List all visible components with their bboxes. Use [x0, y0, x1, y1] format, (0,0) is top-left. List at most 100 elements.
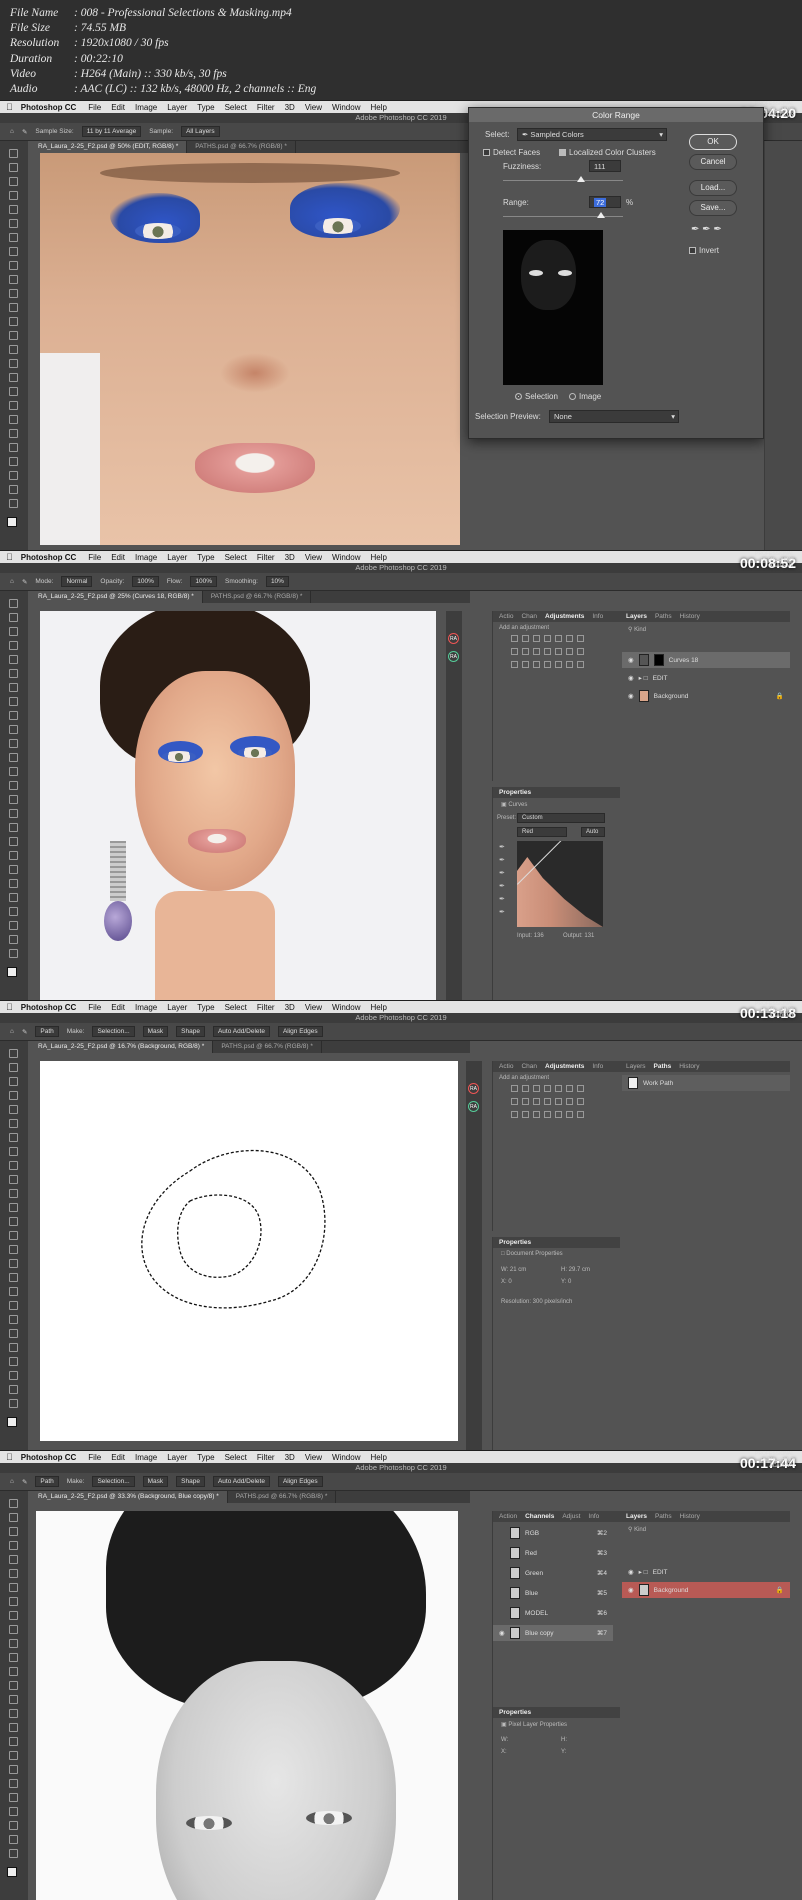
- menu-filter[interactable]: Filter: [257, 103, 275, 112]
- tool-icon[interactable]: [9, 317, 18, 326]
- tool-icon[interactable]: [9, 767, 18, 776]
- panel-tab[interactable]: Actio: [499, 611, 513, 622]
- ra-icon[interactable]: RA: [448, 633, 459, 644]
- curves-tool-icon[interactable]: ✒: [499, 895, 505, 903]
- tool-icon[interactable]: [9, 823, 18, 832]
- menu-layer[interactable]: Layer: [167, 1003, 187, 1012]
- tool-icon[interactable]: [9, 627, 18, 636]
- select-dropdown[interactable]: ✒ Sampled Colors ▾: [517, 128, 667, 141]
- adjustment-icon[interactable]: [566, 661, 573, 668]
- tool-icon[interactable]: [9, 851, 18, 860]
- tool-icon[interactable]: [9, 331, 18, 340]
- tool-icon[interactable]: [9, 485, 18, 494]
- option-3[interactable]: Mask: [142, 1026, 169, 1037]
- menu-filter[interactable]: Filter: [257, 1003, 275, 1012]
- ra-icon[interactable]: RA: [468, 1101, 479, 1112]
- tool-icon[interactable]: [9, 1527, 18, 1536]
- tool-icon[interactable]: [9, 1105, 18, 1114]
- tool-icon[interactable]: [9, 1343, 18, 1352]
- curves-tool-icon[interactable]: ✒: [499, 882, 505, 890]
- preset-dropdown[interactable]: Custom: [517, 813, 605, 823]
- eye-icon[interactable]: ◉: [628, 656, 634, 664]
- channel-row[interactable]: ◉ Blue copy ⌘7: [493, 1625, 613, 1641]
- panel-tab[interactable]: Layers: [626, 1511, 647, 1522]
- option-1[interactable]: Normal: [61, 576, 93, 587]
- fuzziness-input[interactable]: 111: [589, 160, 621, 172]
- selection-radio[interactable]: Selection: [515, 392, 558, 401]
- tool-icon[interactable]: [9, 163, 18, 172]
- curves-tool-icon[interactable]: ✒: [499, 869, 505, 877]
- tool-icon[interactable]: [9, 219, 18, 228]
- menu-3d[interactable]: 3D: [285, 553, 295, 562]
- adjustment-icon[interactable]: [522, 635, 529, 642]
- panel-tab[interactable]: Paths: [655, 611, 672, 622]
- tool-icon[interactable]: [9, 1513, 18, 1522]
- layer-row[interactable]: ◉ ▸ □ EDIT: [622, 670, 790, 686]
- tool-icon[interactable]: [9, 1301, 18, 1310]
- foreground-color-swatch[interactable]: [7, 967, 17, 977]
- tool-icon[interactable]: [9, 613, 18, 622]
- menu-file[interactable]: File: [88, 103, 101, 112]
- adjustment-icon[interactable]: [566, 1085, 573, 1092]
- panel-tab[interactable]: Info: [592, 611, 603, 622]
- tool-icon[interactable]: [9, 1681, 18, 1690]
- document-tab[interactable]: PATHS.psd @ 66.7% (RGB/8) *: [228, 1491, 337, 1503]
- foreground-color-swatch[interactable]: [7, 517, 17, 527]
- option-2[interactable]: Selection...: [92, 1476, 135, 1487]
- tool-preset-icon[interactable]: ✎: [22, 578, 27, 586]
- panel-tab[interactable]: History: [679, 1061, 699, 1072]
- tool-icon[interactable]: [9, 1667, 18, 1676]
- option-6[interactable]: Align Edges: [277, 1476, 323, 1487]
- tool-icon[interactable]: [9, 893, 18, 902]
- tool-preset-icon[interactable]: ✎: [22, 128, 27, 136]
- kind-filter[interactable]: ⚲ Kind: [628, 1526, 646, 1533]
- tool-icon[interactable]: [9, 1371, 18, 1380]
- tool-icon[interactable]: [9, 1217, 18, 1226]
- app-menu[interactable]: Photoshop CC: [21, 553, 77, 562]
- tool-icon[interactable]: [9, 443, 18, 452]
- adjustment-icon[interactable]: [577, 1098, 584, 1105]
- tool-icon[interactable]: [9, 1357, 18, 1366]
- tool-icon[interactable]: [9, 655, 18, 664]
- menu-select[interactable]: Select: [225, 553, 247, 562]
- panel-tab[interactable]: Actio: [499, 1061, 513, 1072]
- eyedropper-icon[interactable]: ✒: [691, 224, 699, 235]
- menu-type[interactable]: Type: [197, 103, 214, 112]
- document-tab[interactable]: RA_Laura_2-25_F2.psd @ 25% (Curves 18, R…: [30, 591, 203, 603]
- tool-icon[interactable]: [9, 1821, 18, 1830]
- panel-tab[interactable]: Channels: [525, 1511, 554, 1522]
- tool-icon[interactable]: [9, 233, 18, 242]
- tool-icon[interactable]: [9, 1231, 18, 1240]
- tool-icon[interactable]: [9, 429, 18, 438]
- apple-icon[interactable]: : [6, 102, 13, 112]
- tool-icon[interactable]: [9, 1723, 18, 1732]
- home-icon[interactable]: ⌂: [10, 578, 14, 585]
- tool-icon[interactable]: [9, 1807, 18, 1816]
- app-menu[interactable]: Photoshop CC: [21, 1453, 77, 1462]
- invert-checkbox[interactable]: Invert: [689, 246, 719, 255]
- channel-row[interactable]: MODEL ⌘6: [493, 1605, 613, 1621]
- localized-clusters-checkbox[interactable]: Localized Color Clusters: [559, 148, 656, 157]
- panel-tab[interactable]: Chan: [521, 1061, 537, 1072]
- menu-select[interactable]: Select: [225, 1453, 247, 1462]
- adjustment-icon[interactable]: [511, 635, 518, 642]
- menu-image[interactable]: Image: [135, 1453, 157, 1462]
- tool-icon[interactable]: [9, 753, 18, 762]
- menu-layer[interactable]: Layer: [167, 1453, 187, 1462]
- tool-icon[interactable]: [9, 1385, 18, 1394]
- layer-row[interactable]: ◉ Background 🔒: [622, 688, 790, 704]
- menu-layer[interactable]: Layer: [167, 103, 187, 112]
- tool-icon[interactable]: [9, 401, 18, 410]
- canvas-blank-document[interactable]: [40, 1061, 458, 1441]
- panel-tab[interactable]: Paths: [655, 1511, 672, 1522]
- tool-icon[interactable]: [9, 205, 18, 214]
- tool-icon[interactable]: [9, 795, 18, 804]
- menu-help[interactable]: Help: [370, 103, 386, 112]
- adjustment-icon[interactable]: [522, 648, 529, 655]
- tool-icon[interactable]: [9, 1175, 18, 1184]
- slider-handle-icon[interactable]: [577, 176, 585, 182]
- layer-row[interactable]: ◉ ▸ □ EDIT: [622, 1564, 790, 1580]
- eye-icon[interactable]: ◉: [628, 1568, 634, 1576]
- channel-row[interactable]: RGB ⌘2: [493, 1525, 613, 1541]
- tool-icon[interactable]: [9, 1189, 18, 1198]
